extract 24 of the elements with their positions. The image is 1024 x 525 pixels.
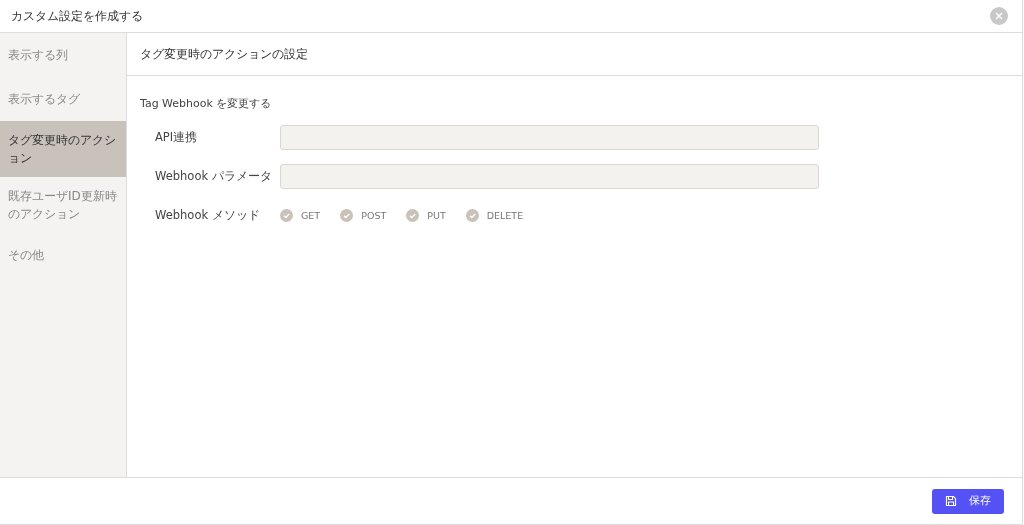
input-field[interactable] bbox=[280, 164, 819, 189]
dialog-title: カスタム設定を作成する bbox=[11, 7, 143, 25]
field-label: API連携 bbox=[155, 130, 199, 145]
section-title: Tag Webhook を変更する bbox=[140, 96, 273, 111]
checkbox-icon[interactable] bbox=[340, 209, 354, 222]
checkbox-icon[interactable] bbox=[280, 209, 293, 222]
field-label: Webhook メソッド bbox=[155, 208, 261, 223]
close-icon bbox=[995, 12, 1003, 20]
checkbox-icon[interactable] bbox=[406, 209, 420, 222]
field-label: Webhook パラメータ bbox=[155, 169, 273, 184]
sidebar-item[interactable]: タグ変更時のアクション bbox=[0, 121, 126, 177]
save-button[interactable]: 保存 bbox=[932, 488, 1004, 514]
option-label: PUT bbox=[427, 210, 446, 221]
checkbox-icon[interactable] bbox=[465, 209, 479, 222]
option-label: GET bbox=[301, 210, 321, 221]
option-label: POST bbox=[361, 210, 387, 221]
sidebar-item[interactable]: 表示する列 bbox=[0, 33, 126, 77]
panel-title: タグ変更時のアクションの設定 bbox=[127, 33, 1022, 76]
input-field[interactable] bbox=[280, 125, 819, 150]
option-label: DELETE bbox=[486, 210, 524, 221]
sidebar-item[interactable]: 表示するタグ bbox=[0, 77, 126, 121]
sidebar-item[interactable]: その他 bbox=[0, 233, 126, 277]
sidebar-item[interactable]: 既存ユーザID更新時のアクション bbox=[0, 177, 126, 233]
close-button[interactable] bbox=[990, 7, 1008, 25]
